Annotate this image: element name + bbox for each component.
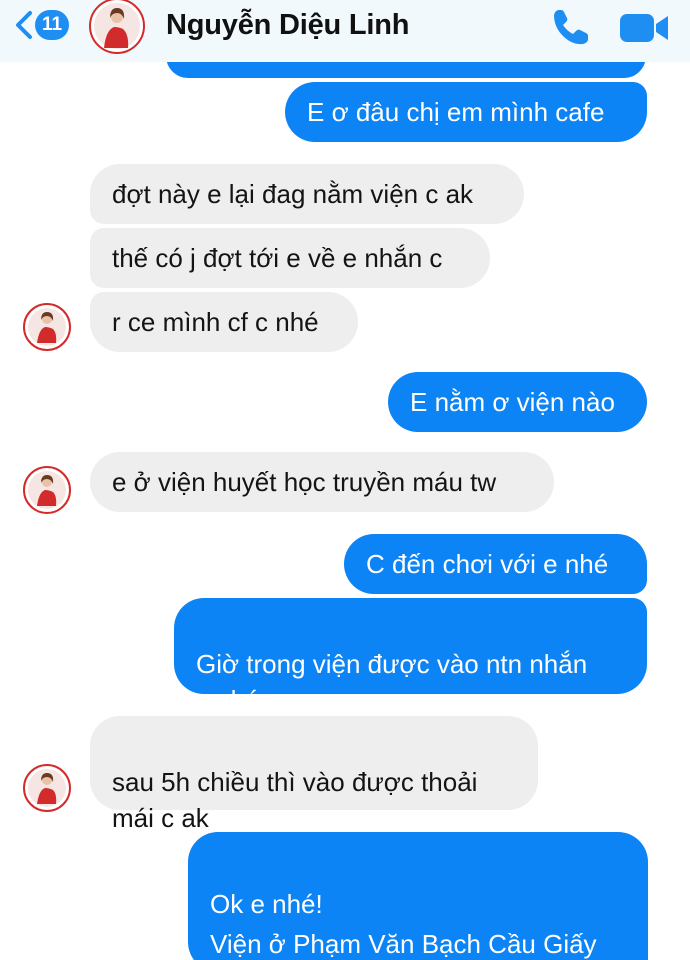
contact-avatar[interactable] (86, 0, 148, 54)
unread-count-badge: 11 (35, 10, 69, 40)
message-bubble-sent[interactable]: Giờ trong viện được vào ntn nhắn c nhé (174, 598, 647, 715)
message-bubble-sent[interactable]: E ơ đâu chị em mình cafe (285, 82, 647, 142)
message-text: Ok e nhé! Viện ở Phạm Văn Bạch Cầu Giấy … (210, 889, 597, 959)
message-bubble-received[interactable]: e ở viện huyết học truyền máu tw (90, 452, 554, 512)
message-text: sau 5h chiều thì vào được thoải mái c ak (112, 767, 478, 833)
message-bubble-received[interactable]: sau 5h chiều thì vào được thoải mái c ak (90, 716, 538, 833)
contact-avatar[interactable] (23, 303, 71, 351)
message-text: C đến chơi với e nhé (366, 549, 609, 579)
message-bubble-received[interactable]: thế có j đợt tới e về e nhắn c (90, 228, 490, 288)
message-text: E ơ đâu chị em mình cafe (307, 97, 605, 127)
message-text: đợt này e lại đag nằm viện c ak (112, 179, 474, 209)
message-text: e ở viện huyết học truyền máu tw (112, 467, 497, 497)
message-bubble-sent[interactable]: C đến chơi với e nhé (344, 534, 647, 594)
message-text: thế có j đợt tới e về e nhắn c (112, 243, 443, 273)
message-text: Giờ trong viện được vào ntn nhắn c nhé (196, 649, 588, 715)
back-button[interactable]: 11 (12, 9, 69, 41)
message-text: E nằm ơ viện nào (410, 387, 615, 417)
message-bubble-sent[interactable]: Ok e nhé! Viện ở Phạm Văn Bạch Cầu Giấy … (188, 832, 648, 960)
message-bubble-sent[interactable]: E nằm ơ viện nào (388, 372, 647, 432)
message-bubble-received[interactable]: đợt này e lại đag nằm viện c ak (90, 164, 524, 224)
contact-avatar[interactable] (23, 764, 71, 812)
phone-icon[interactable] (548, 5, 592, 49)
chevron-left-icon (16, 11, 32, 39)
contact-avatar[interactable] (23, 466, 71, 514)
message-bubble-received[interactable]: r ce mình cf c nhé (90, 292, 358, 352)
video-camera-icon[interactable] (618, 11, 670, 45)
chat-header: 11 Nguyễn Diệu Linh (0, 0, 690, 62)
message-text: r ce mình cf c nhé (112, 307, 319, 337)
contact-name[interactable]: Nguyễn Diệu Linh (166, 9, 410, 42)
